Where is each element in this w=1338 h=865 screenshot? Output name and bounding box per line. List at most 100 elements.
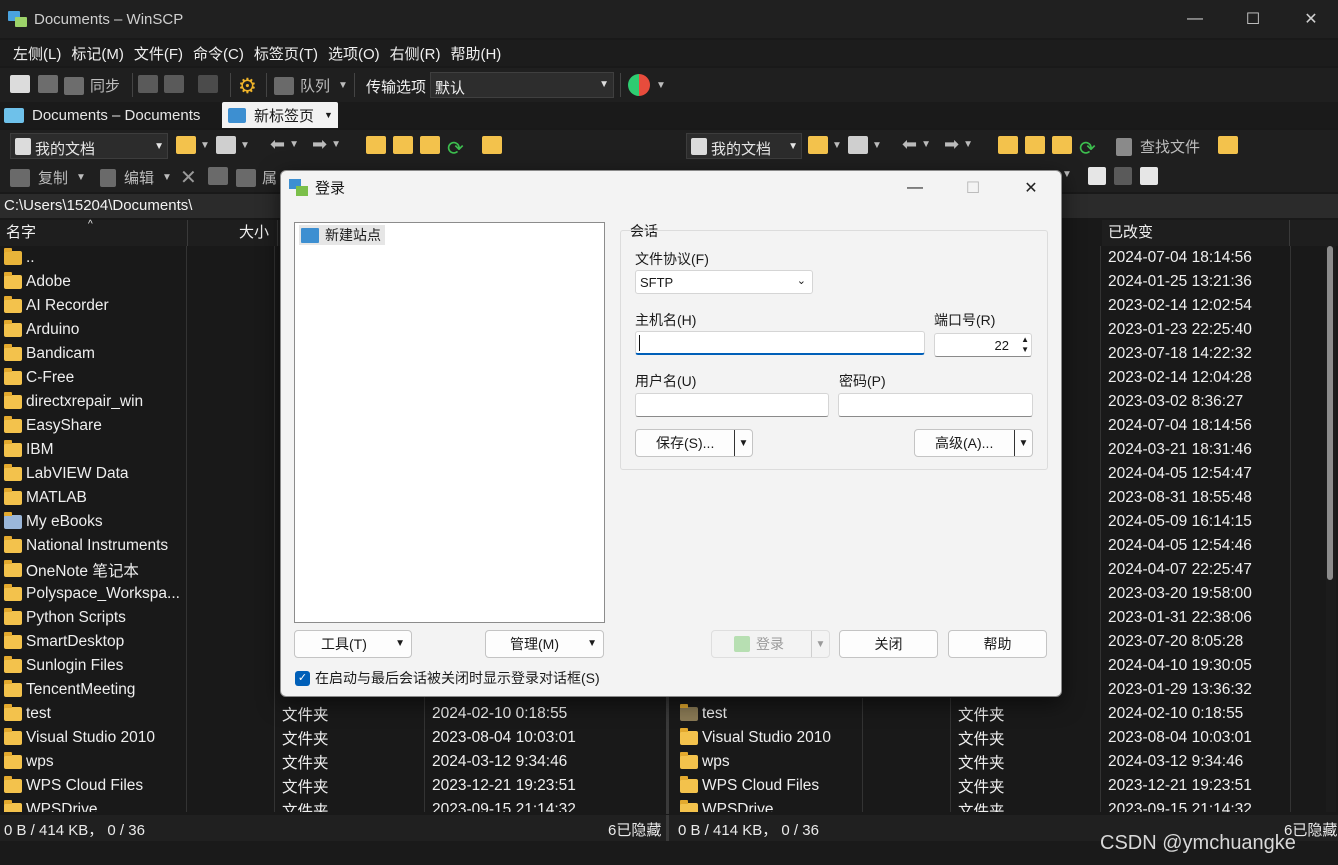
minimize-button[interactable]: — [1166,0,1224,38]
scrollbar-thumb[interactable] [1327,246,1333,580]
forward-icon[interactable]: ➡ ▼ [944,134,973,155]
reconnect-icon[interactable]: ▼ [628,74,666,96]
compare-icon[interactable] [10,75,30,93]
maximize-button[interactable]: ☐ [1224,0,1282,38]
list-item[interactable]: AI Recorder [4,294,109,318]
host-input[interactable] [635,331,925,355]
site-tree[interactable]: 新建站点 [294,222,605,623]
user-input[interactable] [635,393,829,417]
list-item[interactable]: C-Free [4,366,74,390]
chevron-down-icon[interactable]: ▼ [811,631,829,657]
edit-button[interactable]: 编辑 ▼ [100,167,172,188]
list-item[interactable]: .. [4,246,35,270]
dialog-maximize-button[interactable]: ☐ [951,173,995,203]
tree-icon[interactable] [482,136,502,154]
list-item[interactable]: Visual Studio 2010 [680,726,831,750]
refresh-icon[interactable]: ⟳ [1079,136,1096,161]
list-item[interactable]: Sunlogin Files [4,654,123,678]
login-button[interactable]: 登录 ▼ [711,630,830,658]
home-icon[interactable] [420,136,440,154]
new-file-icon[interactable] [1088,167,1106,185]
tab-documents[interactable]: Documents – Documents [4,102,220,128]
list-item[interactable]: SmartDesktop [4,630,124,654]
list-item[interactable]: Bandicam [4,342,95,366]
back-icon[interactable]: ⬅ ▼ [270,134,299,155]
parent-dir-icon[interactable] [366,136,386,154]
menu-file[interactable]: 文件(F) [129,43,188,64]
show-dialog-option[interactable]: ✓ 在启动与最后会话被关闭时显示登录对话框(S) [295,668,600,688]
putty-icon[interactable] [164,75,184,93]
close-window-button[interactable]: ✕ [1282,0,1338,38]
close-button[interactable]: 关闭 [839,630,938,658]
protocol-select[interactable]: SFTP ⌄ [635,270,813,294]
list-item[interactable]: IBM [4,438,54,462]
spinner-icon[interactable]: ▲ ▼ [1021,335,1029,355]
column-name[interactable]: 名字 ^ [0,219,188,246]
menu-tabs[interactable]: 标签页(T) [249,43,323,64]
minus-icon[interactable] [1114,167,1132,185]
list-item[interactable]: test [4,702,51,726]
list-item[interactable]: Arduino [4,318,79,342]
help-button[interactable]: 帮助 [948,630,1047,658]
refresh-icon[interactable]: ⟳ [447,136,464,161]
find-files-button[interactable]: 查找文件 [1116,136,1200,157]
list-item[interactable]: Visual Studio 2010 [4,726,155,750]
menu-left[interactable]: 左侧(L) [8,43,66,64]
root-dir-icon[interactable] [393,136,413,154]
filter-icon[interactable]: ▼ [848,136,882,154]
save-button[interactable]: 保存(S)... ▼ [635,429,753,457]
properties-button[interactable]: 属 [236,167,277,188]
list-item[interactable]: My eBooks [4,510,103,534]
transfer-settings-select[interactable]: 默认 ▼ [430,72,614,98]
rename-icon[interactable] [208,167,228,185]
gear-icon[interactable]: ⚙ [238,74,257,99]
root-dir-icon[interactable] [1025,136,1045,154]
tab-new[interactable]: 新标签页 ▼ [222,102,338,128]
forward-icon[interactable]: ➡ ▼ [312,134,341,155]
dialog-close-icon[interactable]: ✕ [1009,173,1053,203]
password-input[interactable] [838,393,1033,417]
sync-browse-icon[interactable] [38,75,58,93]
list-item[interactable]: WPS Cloud Files [680,774,819,798]
tools-button[interactable]: 工具(T) ▼ [294,630,412,658]
list-item[interactable]: TencentMeeting [4,678,135,702]
list-item[interactable]: directxrepair_win [4,390,143,414]
open-folder-icon[interactable]: ▼ [808,136,842,154]
column-size[interactable]: 大小 [188,220,278,246]
menu-command[interactable]: 命令(C) [188,43,249,64]
list-item[interactable]: Polyspace_Workspa... [4,582,180,606]
list-item[interactable]: test [680,702,727,726]
new-site-item[interactable]: 新建站点 [299,225,385,245]
list-item[interactable]: WPSDrive [680,798,773,812]
chevron-down-icon[interactable]: ▼ [734,430,752,456]
menu-options[interactable]: 选项(O) [323,43,385,64]
parent-dir-icon[interactable] [998,136,1018,154]
list-item[interactable]: Adobe [4,270,71,294]
list-item[interactable]: WPS Cloud Files [4,774,143,798]
port-input[interactable]: 22 ▲ ▼ [934,333,1032,357]
back-icon[interactable]: ⬅ ▼ [902,134,931,155]
scrollbar[interactable] [1326,246,1336,812]
list-item[interactable]: Python Scripts [4,606,126,630]
home-icon[interactable] [1052,136,1072,154]
advanced-button[interactable]: 高级(A)... ▼ [914,429,1033,457]
sync-button[interactable]: 同步 [64,75,120,96]
list-item[interactable]: EasyShare [4,414,102,438]
tree-icon[interactable] [1218,136,1238,154]
list-item[interactable]: wps [4,750,54,774]
dialog-minimize-button[interactable]: — [893,173,937,203]
menu-right[interactable]: 右侧(R) [385,43,446,64]
chevron-down-icon[interactable]: ▼ [1014,430,1032,456]
queue-button[interactable]: 队列 ▼ [274,75,348,96]
list-item[interactable]: WPSDrive [4,798,97,812]
filter-icon[interactable]: ▼ [216,136,250,154]
menu-help[interactable]: 帮助(H) [445,43,506,64]
left-location-select[interactable]: 我的文档 ▼ [10,133,168,159]
cache-icon[interactable] [198,75,218,93]
menu-mark[interactable]: 标记(M) [66,43,129,64]
checkbox-checked-icon[interactable]: ✓ [295,670,310,686]
open-folder-icon[interactable]: ▼ [176,136,210,154]
delete-icon[interactable]: ✕ [180,165,197,190]
list-item[interactable]: LabVIEW Data [4,462,129,486]
right-location-select[interactable]: 我的文档 ▼ [686,133,802,159]
